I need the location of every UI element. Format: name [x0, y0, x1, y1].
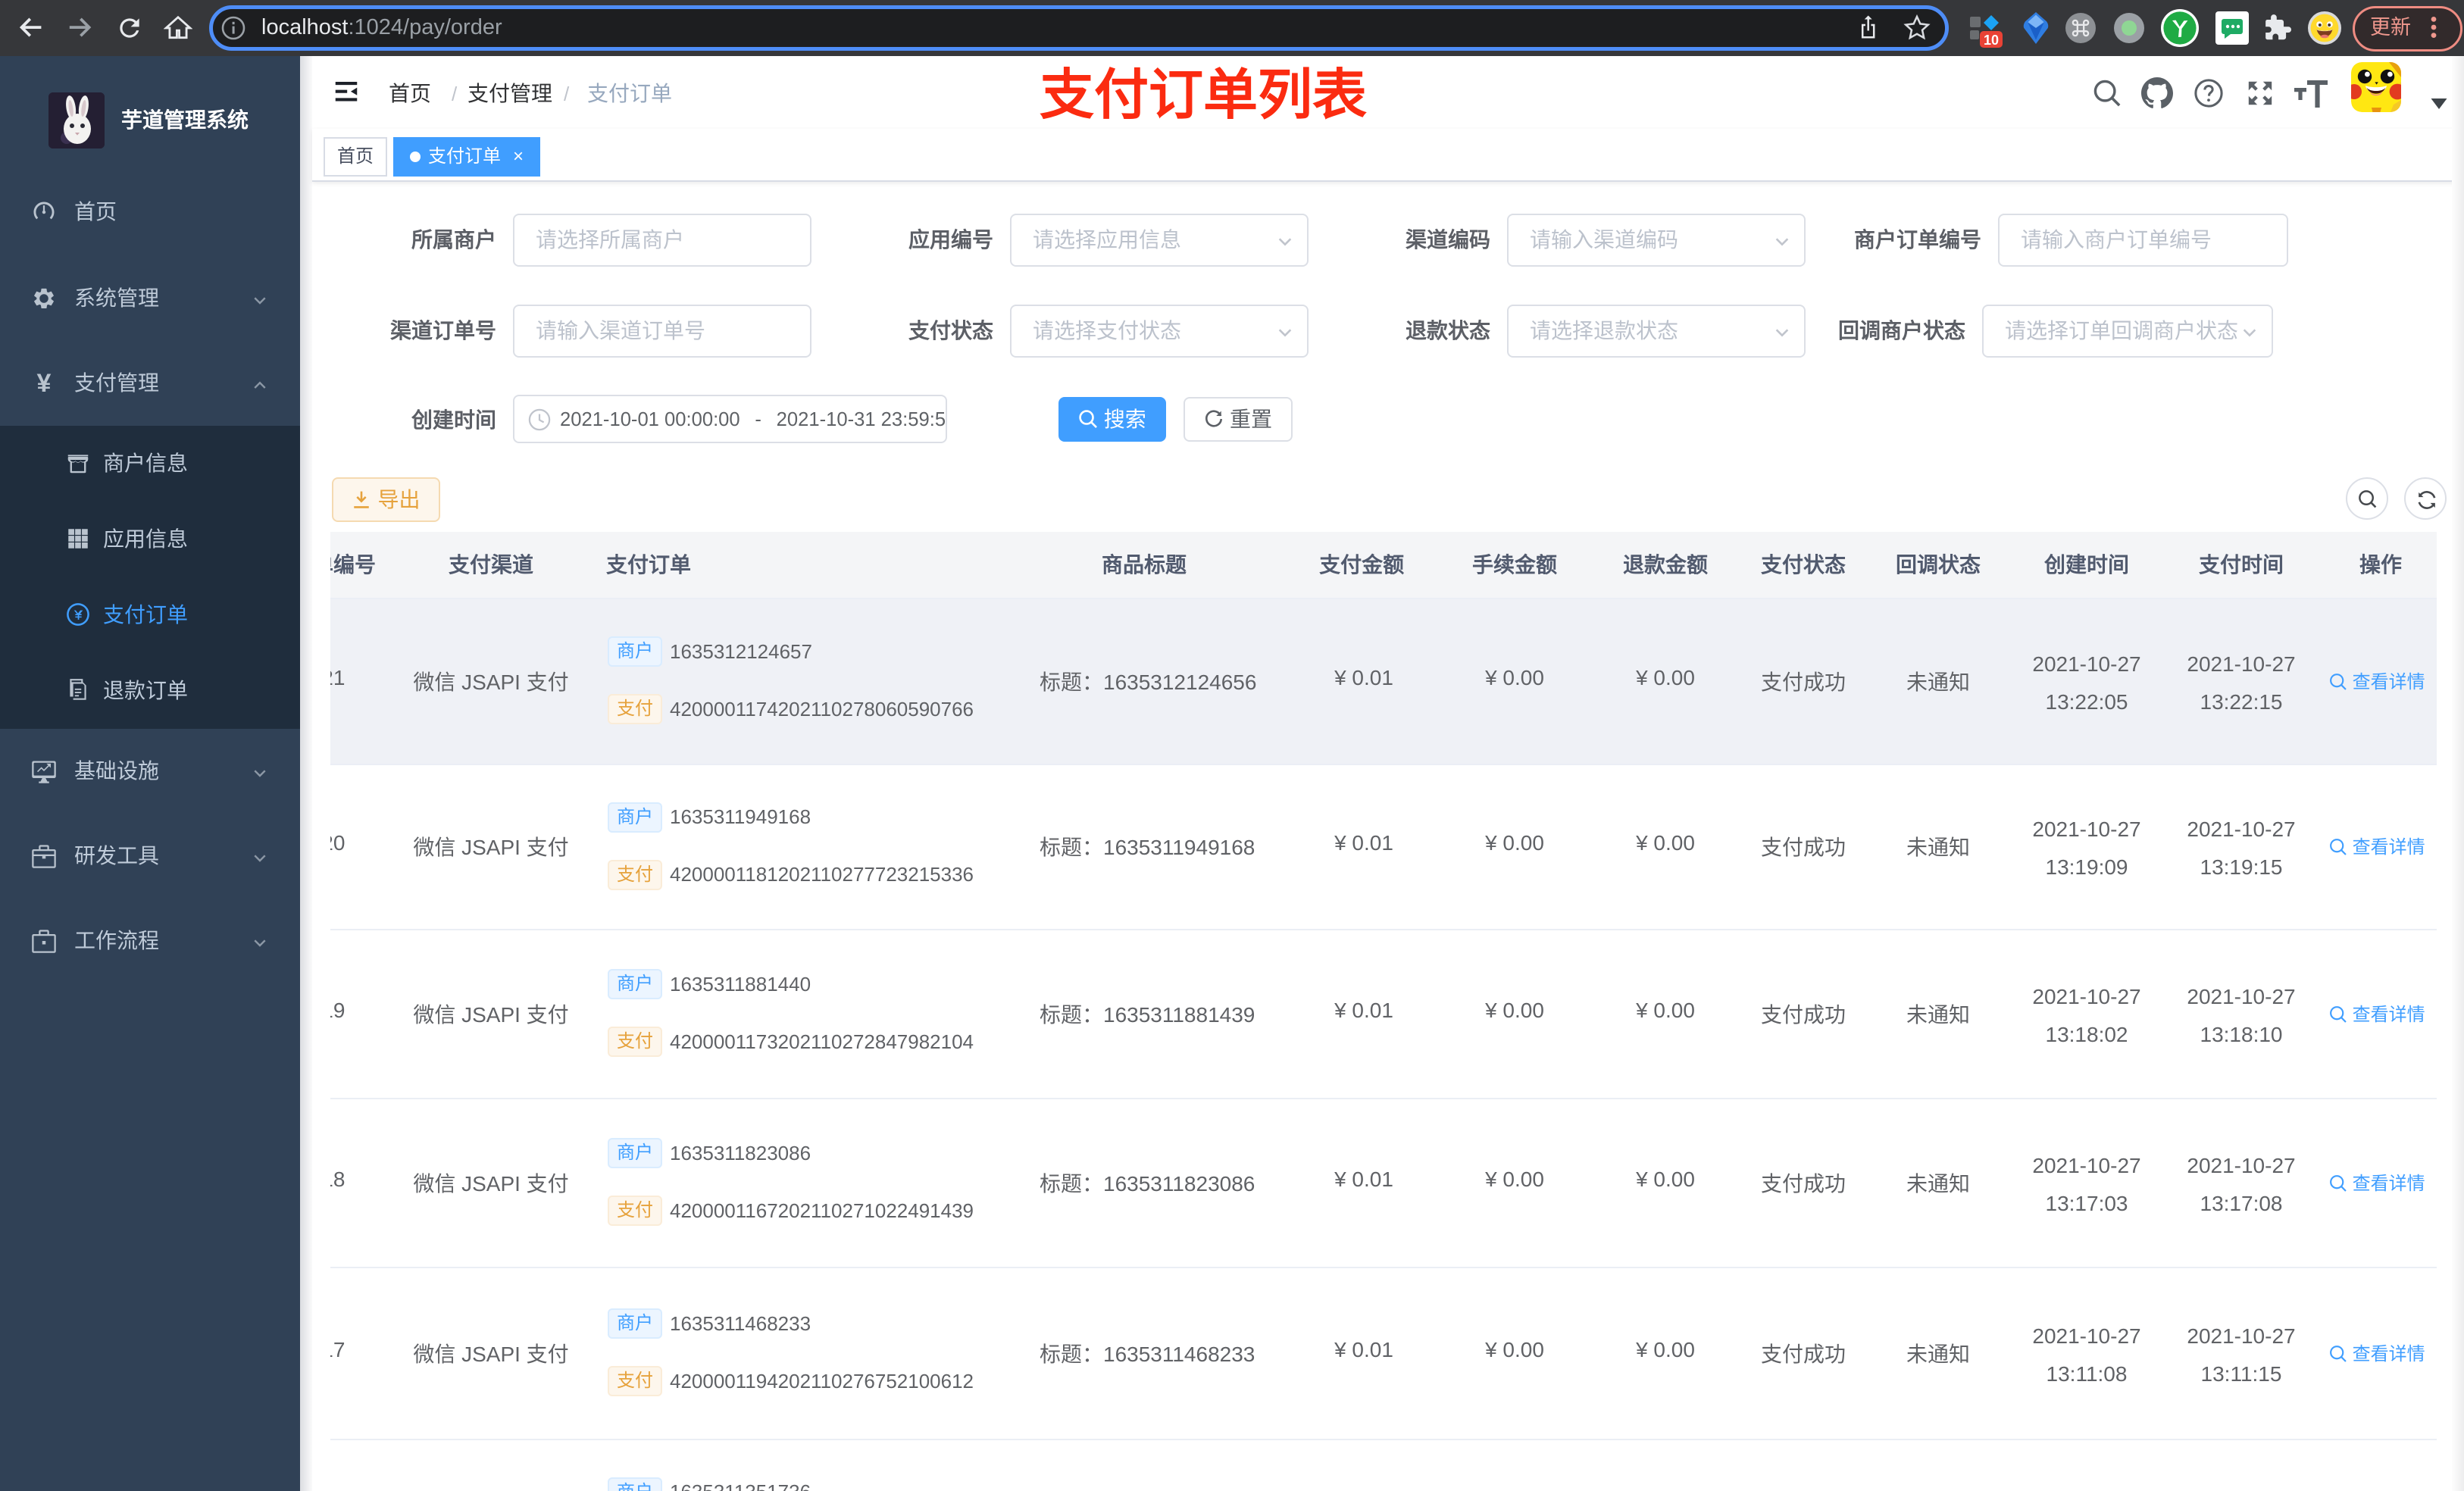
svg-text:10: 10 — [1984, 33, 1999, 48]
